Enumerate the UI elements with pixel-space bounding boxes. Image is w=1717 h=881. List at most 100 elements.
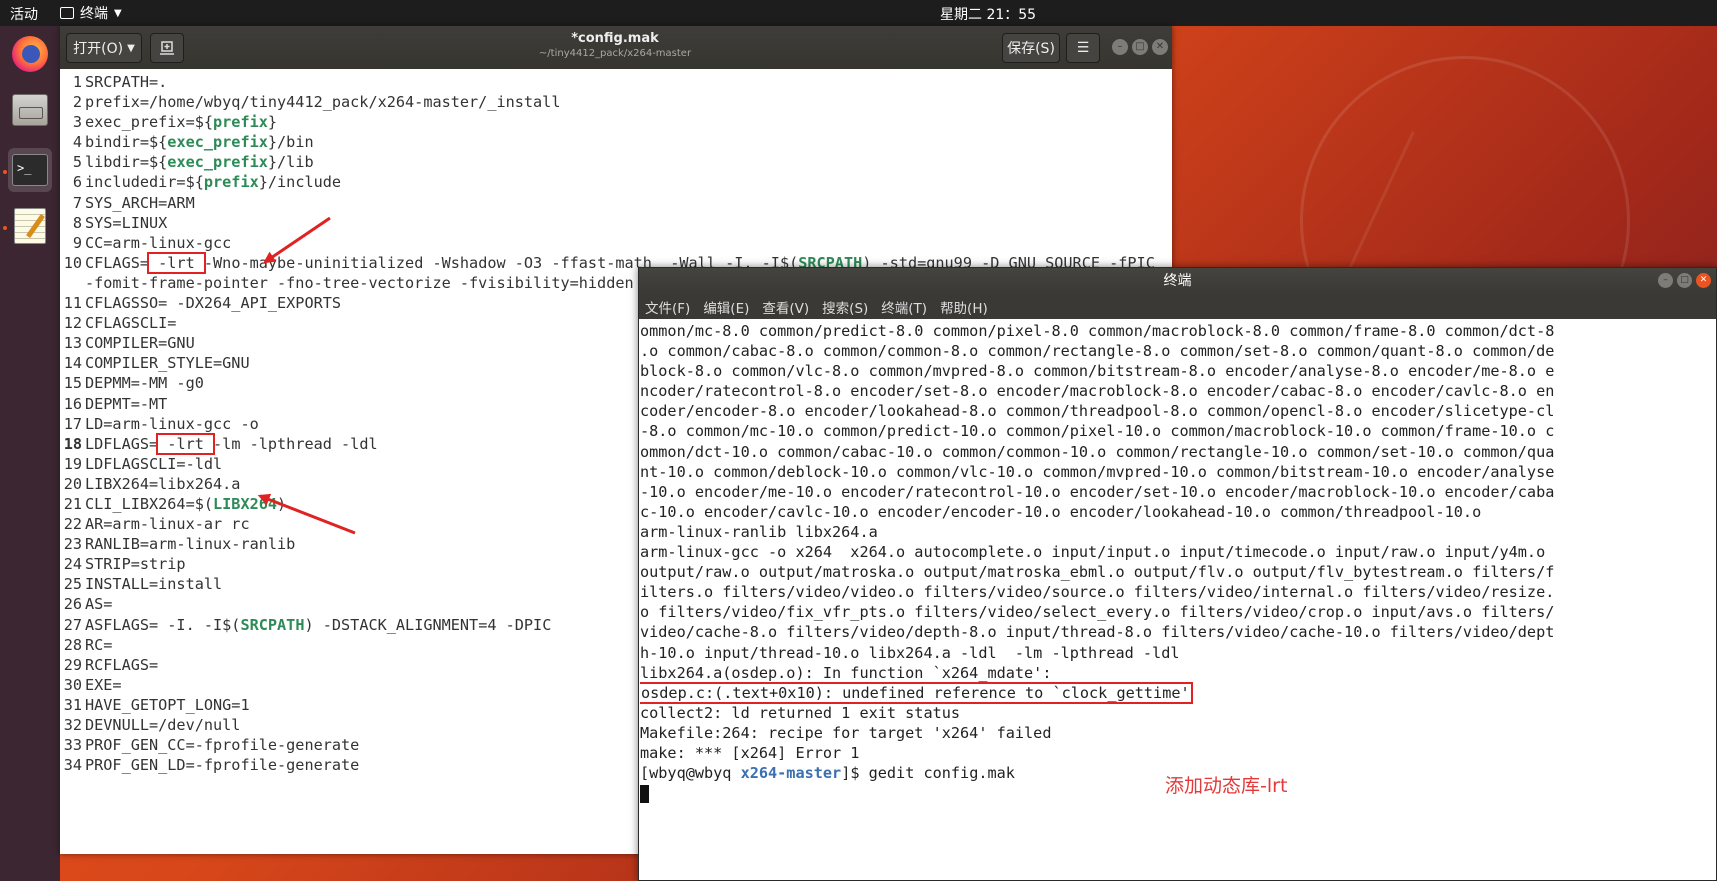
code-line: 6 includedir=${prefix}/include: [60, 172, 1172, 192]
chevron-down-icon: ▼: [127, 42, 135, 54]
menu-icon: ☰: [1076, 40, 1090, 56]
code-line: 2 prefix=/home/wbyq/tiny4412_pack/x264-ma…: [60, 92, 1172, 112]
line-number: 3: [72, 113, 82, 132]
line-number: 7: [72, 193, 82, 212]
line-number: 25: [63, 575, 82, 594]
line-number: 28: [63, 635, 82, 654]
terminal-line: Makefile:264: recipe for target 'x264' f…: [640, 723, 1052, 742]
line-number: 21: [63, 494, 82, 513]
code-line: 7 SYS_ARCH=ARM: [60, 193, 1172, 213]
save-button[interactable]: 保存(S): [1002, 33, 1060, 63]
terminal-line: make: *** [x264] Error 1: [640, 743, 860, 762]
line-number: 26: [63, 595, 82, 614]
gedit-headerbar: 打开(O) ▼ *config.mak ~/tiny4412_pack/x264…: [60, 26, 1172, 69]
code-line: 1 SRCPATH=.: [60, 72, 1172, 92]
document-title: *config.mak: [571, 31, 659, 46]
dock: >_: [0, 26, 60, 881]
line-number: 13: [63, 334, 82, 353]
clock[interactable]: 星期二 21：55: [940, 4, 1036, 24]
line-number: 12: [63, 314, 82, 333]
dock-item-terminal[interactable]: >_: [8, 148, 52, 192]
terminal-icon: [60, 7, 74, 19]
menu-view[interactable]: 查看(V): [762, 297, 809, 317]
line-number: 19: [63, 454, 82, 473]
dock-item-firefox[interactable]: [8, 32, 52, 76]
terminal-line: .o common/cabac-8.o common/common-8.o co…: [640, 342, 1555, 361]
dock-item-text-editor[interactable]: [8, 204, 52, 248]
terminal-line: arm-linux-gcc -o x264 x264.o autocomplet…: [640, 543, 1546, 562]
terminal-line: c-10.o encoder/cavlc-10.o encoder/encode…: [640, 502, 1482, 521]
terminal-line: block-8.o common/vlc-8.o common/mvpred-8…: [640, 362, 1555, 381]
line-number: 16: [63, 394, 82, 413]
line-number: 9: [72, 233, 82, 252]
line-number: 11: [63, 294, 82, 313]
line-number: 34: [63, 756, 82, 775]
terminal-line: -10.o encoder/me-10.o encoder/ratecontro…: [640, 482, 1555, 501]
terminal-menubar: 文件(F) 编辑(E) 查看(V) 搜索(S) 终端(T) 帮助(H): [639, 294, 1716, 319]
running-indicator: [3, 226, 7, 230]
line-number: 23: [63, 535, 82, 554]
save-button-label: 保存(S): [1007, 41, 1055, 57]
terminal-line: ommon/dct-10.o common/cabac-10.o common/…: [640, 442, 1555, 461]
open-button-label: 打开(O): [73, 41, 124, 57]
line-number: 27: [63, 615, 82, 634]
open-button[interactable]: 打开(O) ▼: [66, 33, 142, 63]
terminal-line: output/raw.o output/matroska.o output/ma…: [640, 563, 1555, 582]
line-number: 18: [63, 434, 82, 453]
terminal-line: ommon/mc-8.0 common/predict-8.0 common/p…: [640, 322, 1555, 340]
line-number: 6: [72, 173, 82, 192]
minimize-button[interactable]: –: [1112, 39, 1128, 55]
code-line: 4 bindir=${exec_prefix}/bin: [60, 132, 1172, 152]
menu-edit[interactable]: 编辑(E): [703, 297, 749, 317]
terminal-line: h-10.o input/thread-10.o libx264.a -ldl …: [640, 643, 1180, 662]
line-number: 22: [63, 515, 82, 534]
terminal-output[interactable]: ommon/mc-8.0 common/predict-8.0 common/p…: [640, 321, 1715, 881]
new-document-button[interactable]: [150, 33, 184, 63]
line-number: 24: [63, 555, 82, 574]
text-editor-icon: [14, 208, 46, 244]
menu-help[interactable]: 帮助(H): [940, 297, 988, 317]
highlight-box-lrt: -lrt: [156, 432, 216, 455]
hamburger-menu-button[interactable]: ☰: [1066, 33, 1100, 63]
maximize-button[interactable]: □: [1677, 273, 1692, 288]
error-line-highlight: osdep.c:(.text+0x10): undefined referenc…: [640, 681, 1193, 704]
maximize-button[interactable]: □: [1132, 39, 1148, 55]
terminal-line: ncoder/ratecontrol-8.o encoder/set-8.o e…: [640, 382, 1555, 401]
running-indicator: [3, 170, 7, 174]
line-number: 29: [63, 655, 82, 674]
line-number: 10: [63, 253, 82, 272]
line-number: 33: [63, 736, 82, 755]
terminal-line: -8.o common/mc-10.o common/predict-10.o …: [640, 422, 1555, 441]
document-path: ~/tiny4412_pack/x264-master: [538, 48, 692, 59]
activities-button[interactable]: 活动: [10, 4, 38, 24]
firefox-icon: [12, 36, 48, 72]
terminal-line: ilters.o filters/video/video.o filters/v…: [640, 583, 1555, 602]
line-number: 20: [63, 474, 82, 493]
terminal-line: o filters/video/fix_vfr_pts.o filters/vi…: [640, 603, 1555, 622]
close-button[interactable]: ✕: [1696, 273, 1711, 288]
terminal-line: libx264.a(osdep.o): In function `x264_md…: [640, 663, 1052, 682]
line-number: 14: [63, 354, 82, 373]
line-number: 17: [63, 414, 82, 433]
code-line: 5 libdir=${exec_prefix}/lib: [60, 152, 1172, 172]
menu-file[interactable]: 文件(F): [645, 297, 690, 317]
menu-search[interactable]: 搜索(S): [822, 297, 868, 317]
code-line: 8 SYS=LINUX: [60, 213, 1172, 233]
close-button[interactable]: ✕: [1152, 39, 1168, 55]
terminal-window: 终端 – □ ✕ 文件(F) 编辑(E) 查看(V) 搜索(S) 终端(T) 帮…: [638, 267, 1717, 881]
code-line: 3 exec_prefix=${prefix}: [60, 112, 1172, 132]
code-line: 9 CC=arm-linux-gcc: [60, 233, 1172, 253]
terminal-line: video/cache-8.o filters/video/depth-8.o …: [640, 623, 1555, 642]
terminal-titlebar[interactable]: 终端 – □ ✕: [639, 268, 1716, 294]
line-number: 2: [72, 93, 82, 112]
minimize-button[interactable]: –: [1658, 273, 1673, 288]
terminal-icon: >_: [12, 154, 48, 186]
line-number: 30: [63, 675, 82, 694]
menu-terminal[interactable]: 终端(T): [881, 297, 927, 317]
line-number: 1: [72, 73, 82, 91]
line-number: 8: [72, 213, 82, 232]
app-menu[interactable]: 终端 ▼: [60, 3, 122, 23]
dock-item-files[interactable]: [8, 88, 52, 132]
new-tab-icon: [160, 41, 174, 55]
line-number: 31: [63, 695, 82, 714]
